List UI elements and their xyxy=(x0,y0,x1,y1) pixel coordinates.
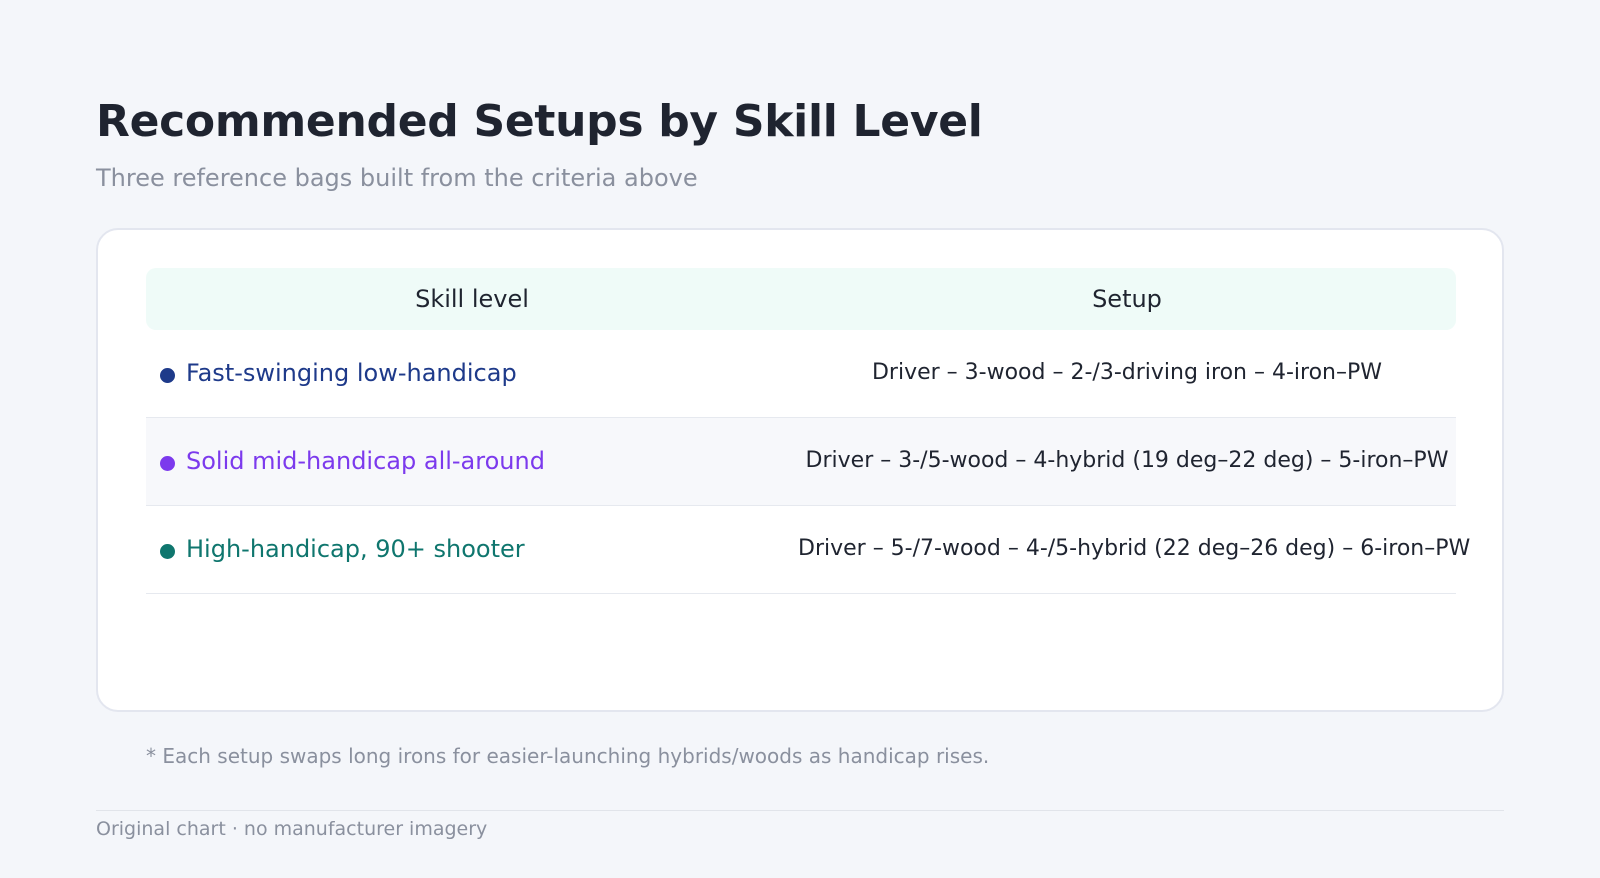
setup-label: Driver – 3-/5-wood – 4-hybrid (19 deg–22… xyxy=(805,448,1449,473)
skill-level-label: Fast-swinging low-handicap xyxy=(186,359,517,387)
table-row: Solid mid-handicap all-around Driver – 3… xyxy=(146,418,1456,506)
setup-label: Driver – 3-wood – 2-/3-driving iron – 4-… xyxy=(871,360,1383,385)
source-note: Original chart · no manufacturer imagery xyxy=(96,818,488,840)
column-header-skill-level: Skill level xyxy=(415,285,529,313)
skill-color-dot xyxy=(160,544,175,559)
skill-color-dot xyxy=(160,368,175,383)
page-subtitle: Three reference bags built from the crit… xyxy=(96,164,698,192)
table-header: Skill level Setup xyxy=(146,268,1456,330)
footnote: * Each setup swaps long irons for easier… xyxy=(146,744,990,768)
skill-level-label: High-handicap, 90+ shooter xyxy=(186,535,525,563)
skill-level-label: Solid mid-handicap all-around xyxy=(186,447,545,475)
table-row: Fast-swinging low-handicap Driver – 3-wo… xyxy=(146,330,1456,418)
column-header-setup: Setup xyxy=(1092,285,1162,313)
skill-color-dot xyxy=(160,456,175,471)
setups-table-card: Skill level Setup Fast-swinging low-hand… xyxy=(96,228,1504,712)
table-row: High-handicap, 90+ shooter Driver – 5-/7… xyxy=(146,506,1471,594)
setup-label: Driver – 5-/7-wood – 4-/5-hybrid (22 deg… xyxy=(798,536,1471,561)
footer-divider xyxy=(96,810,1504,811)
page-title: Recommended Setups by Skill Level xyxy=(96,96,983,147)
